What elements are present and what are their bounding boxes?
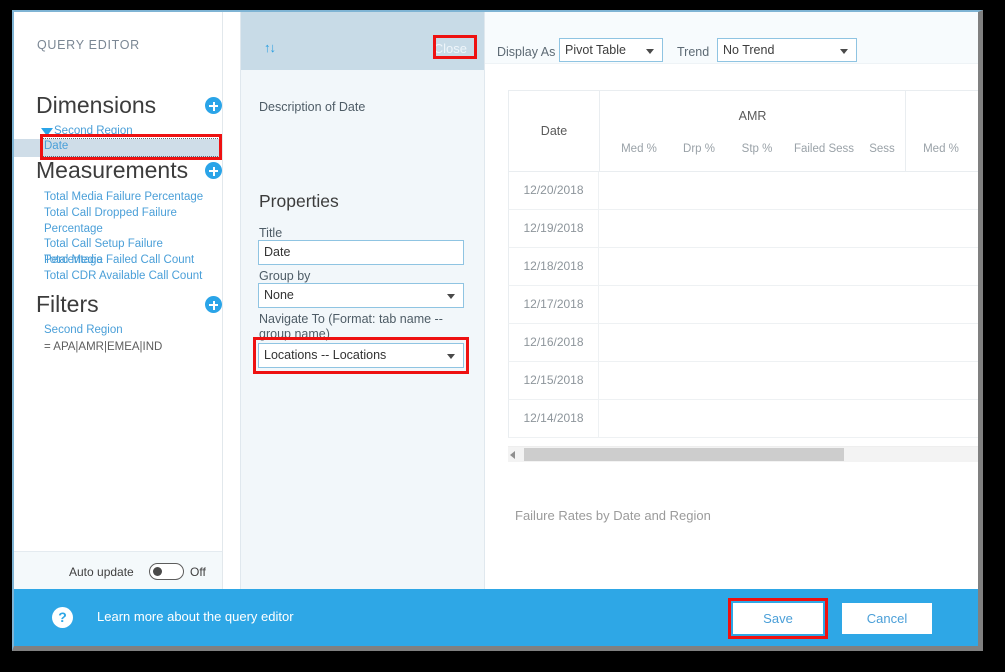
table-row[interactable]: 12/20/2018 [508, 172, 978, 210]
measurements-section-header: Measurements [36, 157, 222, 187]
column-group-amr: AMR Med % Drp % Stp % Failed Sess Sess [600, 91, 906, 171]
display-as-label: Display As [497, 45, 556, 59]
dialog-body: QUERY EDITOR Dimensions Second Region Da… [14, 12, 978, 591]
navigate-select[interactable]: Locations -- Locations [258, 343, 464, 368]
chevron-down-icon [447, 354, 455, 359]
help-link[interactable]: Learn more about the query editor [97, 609, 294, 624]
column-header-drp-2: Drp [974, 143, 978, 155]
navigate-select-value: Locations -- Locations [264, 348, 387, 362]
chart-caption: Failure Rates by Date and Region [515, 508, 711, 523]
groupby-select-value: None [264, 288, 294, 302]
chevron-down-icon [840, 49, 848, 54]
properties-panel-header: ↑↓ Close [241, 12, 484, 70]
list-item[interactable]: Total CDR Available Call Count [44, 269, 222, 285]
auto-update-state: Off [190, 565, 206, 579]
list-item[interactable]: Total Call Dropped Failure Percentage [44, 206, 222, 237]
dimensions-section-header: Dimensions [36, 92, 222, 122]
cell-date: 12/15/2018 [509, 362, 599, 399]
preview-toolbar: Display As Pivot Table Trend No Trend [485, 12, 978, 64]
groupby-field-label: Group by [259, 269, 311, 283]
cell-date: 12/14/2018 [509, 400, 599, 437]
horizontal-scrollbar[interactable] [508, 446, 978, 462]
horizontal-scrollbar-thumb[interactable] [524, 448, 844, 461]
query-editor-dialog: QUERY EDITOR Dimensions Second Region Da… [12, 10, 983, 651]
column-header-med-pct: Med % [621, 143, 657, 155]
auto-update-label: Auto update [69, 565, 134, 579]
cancel-button[interactable]: Cancel [842, 603, 932, 634]
table-row[interactable]: 12/14/2018 [508, 400, 978, 438]
cell-date: 12/16/2018 [509, 324, 599, 361]
add-dimension-icon[interactable] [205, 97, 222, 114]
trend-value: No Trend [723, 43, 775, 57]
question-mark-icon[interactable]: ? [52, 607, 73, 628]
expand-caret-icon[interactable] [41, 128, 53, 136]
preview-panel: Display As Pivot Table Trend No Trend Da… [485, 12, 978, 591]
description-text: Description of Date [259, 100, 366, 114]
measurements-heading: Measurements [36, 157, 189, 183]
column-header-med-pct-2: Med % [923, 143, 959, 155]
filter-value: = APA|AMR|EMEA|IND [44, 341, 163, 353]
groupby-select[interactable]: None [258, 283, 464, 308]
column-header-drp-pct: Drp % [683, 143, 715, 155]
sort-up-down-icon[interactable]: ↑↓ [264, 41, 276, 54]
table-row[interactable]: 12/18/2018 [508, 248, 978, 286]
filters-heading: Filters [36, 291, 99, 317]
filters-section-header: Filters [36, 291, 222, 321]
table-row[interactable]: 12/15/2018 [508, 362, 978, 400]
column-group-label: AMR [738, 109, 767, 123]
column-group-next: Med % Drp [906, 91, 978, 171]
page-title: QUERY EDITOR [37, 38, 140, 52]
query-editor-panel: QUERY EDITOR Dimensions Second Region Da… [14, 12, 223, 591]
trend-select[interactable]: No Trend [717, 38, 857, 62]
navigate-field-label: Navigate To (Format: tab name -- group n… [259, 312, 443, 341]
column-header-date: Date [509, 91, 600, 171]
properties-panel: ↑↓ Close Description of Date Properties … [240, 12, 485, 591]
chevron-down-icon [646, 49, 654, 54]
close-button[interactable]: Close [430, 40, 471, 57]
pivot-table-header: Date AMR Med % Drp % Stp % Failed Sess S… [508, 90, 978, 172]
cell-date: 12/19/2018 [509, 210, 599, 247]
save-button[interactable]: Save [733, 603, 823, 634]
display-as-value: Pivot Table [565, 43, 626, 57]
dimension-item-second-region[interactable]: Second Region [54, 125, 133, 137]
dimension-item-date[interactable]: Date [44, 140, 68, 152]
add-measurement-icon[interactable] [205, 162, 222, 179]
add-filter-icon[interactable] [205, 296, 222, 313]
column-header-sess: Sess [869, 143, 895, 155]
title-input[interactable]: Date [258, 240, 464, 265]
properties-heading: Properties [259, 191, 339, 211]
list-item[interactable]: Total Media Failure Percentage [44, 190, 222, 206]
filter-name[interactable]: Second Region [44, 322, 222, 338]
table-row[interactable]: 12/17/2018 [508, 286, 978, 324]
list-item[interactable]: Total Media Failed Call Count [44, 253, 222, 269]
chevron-down-icon [447, 294, 455, 299]
title-field-label: Title [259, 226, 283, 240]
dimension-item-date-focus-outline [42, 138, 220, 157]
pivot-table: Date AMR Med % Drp % Stp % Failed Sess S… [508, 90, 978, 462]
dimensions-heading: Dimensions [36, 92, 157, 118]
column-header-stp-pct: Stp % [741, 143, 773, 155]
auto-update-bar: Auto update Off [14, 551, 222, 591]
cell-date: 12/20/2018 [509, 172, 599, 209]
column-header-failed-sess: Failed Sess [793, 143, 855, 155]
dialog-footer: ? Learn more about the query editor Save… [14, 589, 978, 646]
table-row[interactable]: 12/19/2018 [508, 210, 978, 248]
table-row[interactable]: 12/16/2018 [508, 324, 978, 362]
cell-date: 12/18/2018 [509, 248, 599, 285]
auto-update-toggle[interactable] [149, 563, 184, 580]
cell-date: 12/17/2018 [509, 286, 599, 323]
display-as-select[interactable]: Pivot Table [559, 38, 663, 62]
scroll-left-arrow-icon[interactable] [510, 451, 515, 459]
trend-label: Trend [677, 45, 710, 59]
